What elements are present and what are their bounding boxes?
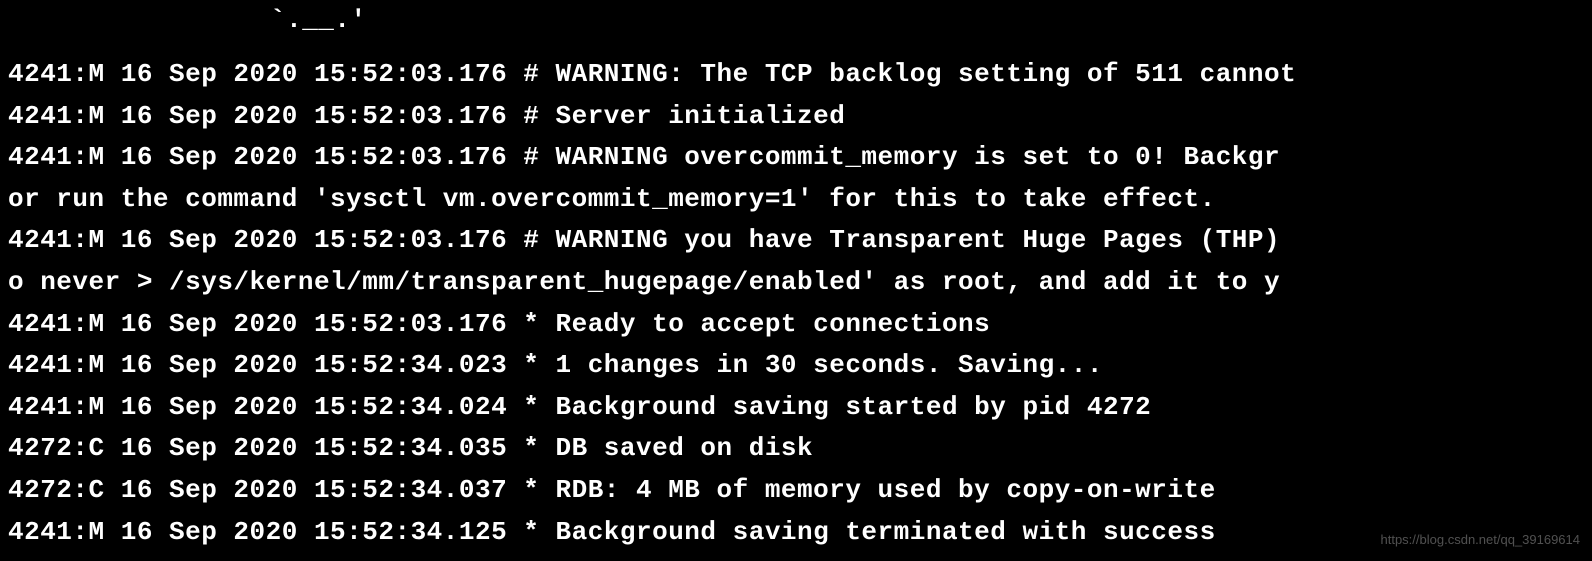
log-line: 4272:C 16 Sep 2020 15:52:34.035 * DB sav…	[8, 428, 1584, 470]
log-line: 4241:M 16 Sep 2020 15:52:03.176 # WARNIN…	[8, 220, 1584, 262]
log-line: 4241:M 16 Sep 2020 15:52:03.176 # Server…	[8, 96, 1584, 138]
log-line: 4241:M 16 Sep 2020 15:52:03.176 # WARNIN…	[8, 54, 1584, 96]
log-line: 4241:M 16 Sep 2020 15:52:34.023 * 1 chan…	[8, 345, 1584, 387]
log-line: 4272:C 16 Sep 2020 15:52:34.037 * RDB: 4…	[8, 470, 1584, 512]
log-line: or run the command 'sysctl vm.overcommit…	[8, 179, 1584, 221]
log-line: 4241:M 16 Sep 2020 15:52:03.176 # WARNIN…	[8, 137, 1584, 179]
terminal-output: 4241:M 16 Sep 2020 15:52:03.176 # WARNIN…	[8, 54, 1584, 553]
log-line: 4241:M 16 Sep 2020 15:52:03.176 * Ready …	[8, 304, 1584, 346]
watermark-text: https://blog.csdn.net/qq_39169614	[1381, 530, 1581, 551]
log-line: 4241:M 16 Sep 2020 15:52:34.024 * Backgr…	[8, 387, 1584, 429]
log-line: 4241:M 16 Sep 2020 15:52:34.125 * Backgr…	[8, 512, 1584, 554]
log-line: o never > /sys/kernel/mm/transparent_hug…	[8, 262, 1584, 304]
ascii-art-fragment: `.__.'	[270, 0, 367, 42]
